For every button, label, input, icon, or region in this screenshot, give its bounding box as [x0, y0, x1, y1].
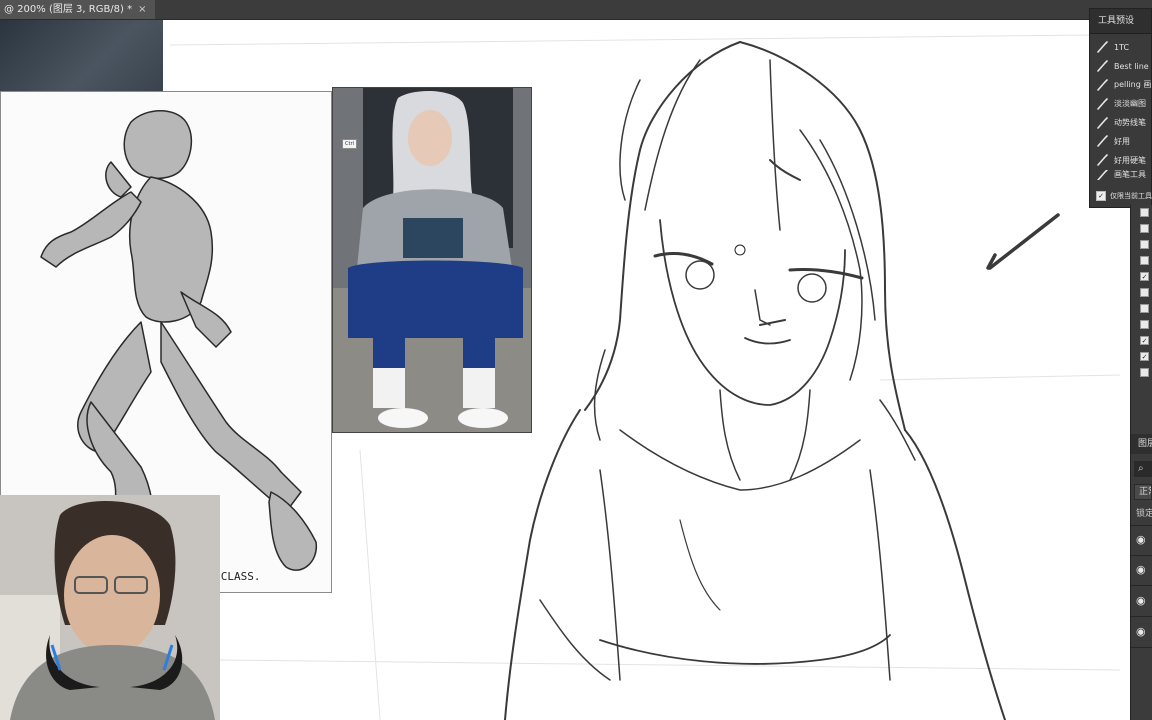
option-checkbox[interactable]: [1140, 368, 1149, 377]
tool-preset-item[interactable]: Best line: [1090, 57, 1151, 76]
tool-preset-item[interactable]: 好用: [1090, 132, 1151, 151]
option-checkbox-checked[interactable]: ✓: [1140, 336, 1149, 345]
tool-preset-item[interactable]: 1TC: [1090, 38, 1151, 57]
option-checkbox-checked[interactable]: ✓: [1140, 272, 1149, 281]
document-tab-title: @ 200% (图层 3, RGB/8) *: [4, 4, 133, 15]
layer-divider: [1131, 616, 1152, 617]
eye-icon[interactable]: ◉: [1136, 563, 1150, 577]
reference-photo[interactable]: [332, 87, 532, 433]
tool-preset-item[interactable]: 动势线笔: [1090, 113, 1151, 132]
close-icon[interactable]: ×: [138, 0, 146, 19]
tool-preset-label: 动势线笔: [1114, 118, 1146, 128]
brush-icon: [1097, 41, 1108, 54]
brush-icon: [1097, 154, 1108, 166]
option-checkbox[interactable]: [1140, 240, 1149, 249]
tool-preset-item[interactable]: pelling 画笔: [1090, 76, 1151, 95]
tool-preset-label: 1TC: [1114, 42, 1130, 52]
tool-preset-item[interactable]: 画笔工具: [1090, 169, 1151, 180]
photo-figure: [333, 88, 531, 432]
title-bar: @ 200% (图层 3, RGB/8) * ×: [0, 0, 1152, 20]
option-checkbox[interactable]: [1140, 224, 1149, 233]
eye-icon[interactable]: ◉: [1136, 625, 1150, 639]
layer-divider: [1131, 585, 1152, 586]
option-checkbox[interactable]: [1140, 208, 1149, 217]
tool-presets-panel: 工具预设 1TC Best line pelling 画笔 淡淡幽图 动势线笔 …: [1089, 8, 1152, 208]
document-tab[interactable]: @ 200% (图层 3, RGB/8) * ×: [0, 0, 155, 19]
eye-icon[interactable]: ◉: [1136, 594, 1150, 608]
layer-divider: [1131, 647, 1152, 648]
tool-preset-label: 好用: [1114, 136, 1130, 146]
brush-icon: [1097, 116, 1108, 129]
brush-icon: [1097, 169, 1108, 180]
webcam-person: [0, 495, 220, 720]
tool-preset-label: 淡淡幽图: [1114, 99, 1146, 109]
eye-icon[interactable]: ◉: [1136, 533, 1150, 547]
option-checkbox[interactable]: [1140, 320, 1149, 329]
layers-panel-title[interactable]: 图层: [1131, 434, 1152, 454]
current-tool-only-toggle[interactable]: ✓ 仅限当前工具: [1090, 191, 1152, 201]
webcam-overlay: [0, 495, 220, 720]
option-checkbox[interactable]: [1140, 304, 1149, 313]
brush-icon: [1097, 60, 1108, 72]
brush-icon: [1097, 97, 1108, 110]
tool-preset-label: 画笔工具: [1114, 170, 1146, 180]
search-icon[interactable]: ⌕: [1134, 461, 1152, 477]
blend-mode-select[interactable]: 正常: [1134, 484, 1152, 500]
layer-divider: [1131, 555, 1152, 556]
reference-image-top: [0, 20, 163, 92]
layer-divider: [1131, 525, 1152, 526]
option-checkbox[interactable]: [1140, 288, 1149, 297]
option-checkbox-checked[interactable]: ✓: [1140, 352, 1149, 361]
lock-label: 锁定: [1136, 509, 1152, 519]
brush-icon: [1097, 135, 1108, 148]
tool-preset-label: Best line: [1114, 61, 1149, 71]
brush-icon: [1097, 79, 1108, 91]
checkbox-checked-icon[interactable]: ✓: [1096, 191, 1106, 201]
current-tool-only-label: 仅限当前工具: [1110, 192, 1152, 200]
option-checkbox[interactable]: [1140, 256, 1149, 265]
photo-badge: Ctrl: [342, 139, 357, 149]
tool-preset-item[interactable]: 好用硬笔: [1090, 151, 1151, 170]
tool-preset-item[interactable]: 淡淡幽图: [1090, 94, 1151, 113]
tool-preset-label: 好用硬笔: [1114, 155, 1146, 165]
tool-presets-title[interactable]: 工具预设: [1090, 9, 1151, 34]
tool-preset-label: pelling 画笔: [1114, 80, 1151, 90]
